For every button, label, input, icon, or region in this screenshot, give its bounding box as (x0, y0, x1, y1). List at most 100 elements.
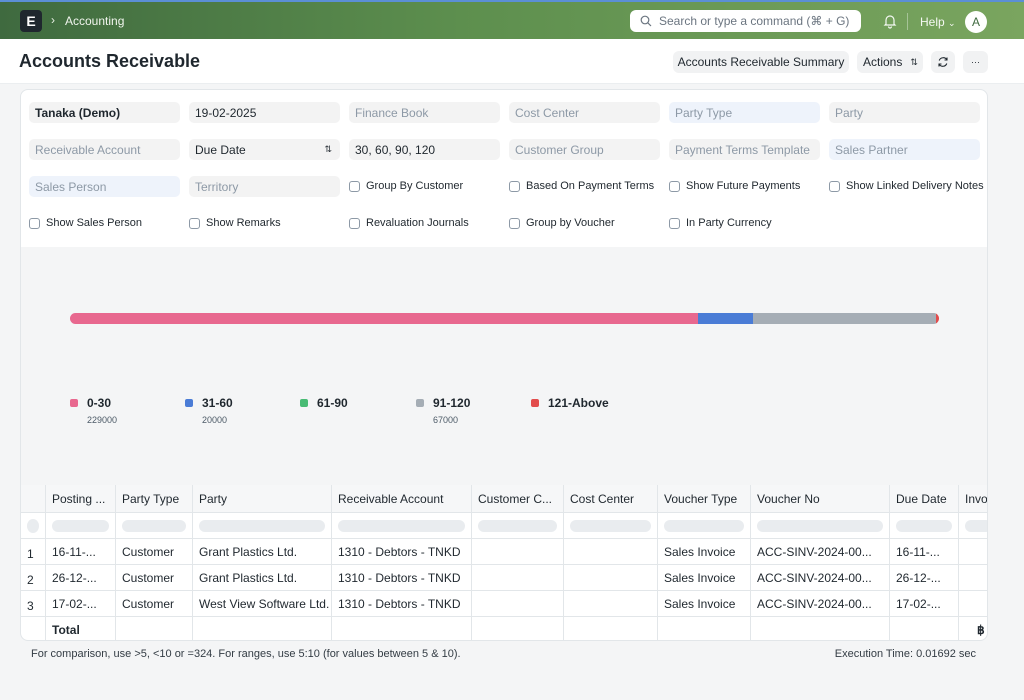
checkbox-box[interactable] (829, 180, 840, 192)
table-cell[interactable]: 17-02-... (46, 591, 116, 617)
bar-segment-31-60[interactable] (697, 313, 753, 324)
breadcrumb-accounting[interactable]: Accounting (65, 14, 124, 28)
column-header[interactable]: Posting ... (46, 485, 116, 513)
summary-button[interactable]: Accounts Receivable Summary (673, 51, 849, 73)
column-filter-cell[interactable] (959, 513, 987, 539)
table-cell[interactable]: ฿ (959, 539, 987, 565)
column-filter-cell[interactable] (472, 513, 564, 539)
table-cell[interactable] (472, 591, 564, 617)
bell-icon[interactable] (882, 13, 898, 29)
table-cell[interactable]: 16-11-... (890, 539, 959, 565)
checkbox-box[interactable] (349, 180, 360, 192)
column-filter-cell[interactable] (116, 513, 193, 539)
table-cell[interactable]: 1310 - Debtors - TNKD (332, 591, 472, 617)
column-header[interactable]: Voucher Type (658, 485, 751, 513)
sales-person-filter[interactable]: Sales Person (29, 176, 180, 197)
table-cell[interactable]: Sales Invoice (658, 539, 751, 565)
checkbox-box[interactable] (509, 180, 520, 192)
column-filter-cell[interactable] (890, 513, 959, 539)
checkbox-label: Show Linked Delivery Notes (846, 180, 984, 192)
customer-group-filter[interactable]: Customer Group (509, 139, 660, 160)
checkbox-box[interactable] (349, 217, 360, 229)
column-filter-cell[interactable] (658, 513, 751, 539)
app-logo[interactable]: E (20, 10, 42, 32)
column-header[interactable]: Invo (959, 485, 987, 513)
column-filter-cell[interactable] (46, 513, 116, 539)
table-cell[interactable]: Customer (116, 565, 193, 591)
table-cell[interactable]: 1310 - Debtors - TNKD (332, 539, 472, 565)
table-cell[interactable]: 17-02-... (890, 591, 959, 617)
actions-button[interactable]: Actions ⇅ (857, 51, 923, 73)
bar-segment-121-above[interactable] (936, 313, 939, 324)
finance-book-filter[interactable]: Finance Book (349, 102, 500, 123)
show-future-payments-checkbox[interactable]: Show Future Payments (669, 180, 800, 192)
row-index-header (21, 485, 46, 513)
revaluation-journals-checkbox[interactable]: Revaluation Journals (349, 217, 469, 229)
column-filter-cell[interactable] (564, 513, 658, 539)
table-cell[interactable]: ACC-SINV-2024-00... (751, 539, 890, 565)
group-by-voucher-checkbox[interactable]: Group by Voucher (509, 217, 615, 229)
table-cell[interactable]: ACC-SINV-2024-00... (751, 591, 890, 617)
table-cell[interactable]: Customer (116, 539, 193, 565)
party-type-filter[interactable]: Party Type (669, 102, 820, 123)
refresh-button[interactable] (931, 51, 955, 73)
avatar[interactable]: A (965, 11, 987, 33)
table-cell[interactable]: ACC-SINV-2024-00... (751, 565, 890, 591)
more-options-button[interactable]: ··· (963, 51, 988, 73)
search-input[interactable] (659, 14, 849, 28)
payment-terms-template-filter[interactable]: Payment Terms Template (669, 139, 820, 160)
column-filter-cell[interactable] (751, 513, 890, 539)
table-cell[interactable]: Sales Invoice (658, 591, 751, 617)
column-header[interactable]: Customer C... (472, 485, 564, 513)
table-cell[interactable] (472, 539, 564, 565)
sales-partner-filter[interactable]: Sales Partner (829, 139, 980, 160)
table-cell[interactable]: Customer (116, 591, 193, 617)
date-filter[interactable]: 19-02-2025 (189, 102, 340, 123)
table-cell[interactable]: 16-11-... (46, 539, 116, 565)
range-filter[interactable]: 30, 60, 90, 120 (349, 139, 500, 160)
based-on-payment-terms-checkbox[interactable]: Based On Payment Terms (509, 180, 654, 192)
column-filter-cell[interactable] (193, 513, 332, 539)
checkbox-box[interactable] (189, 217, 200, 229)
table-cell[interactable] (564, 539, 658, 565)
table-cell[interactable]: Grant Plastics Ltd. (193, 565, 332, 591)
checkbox-box[interactable] (29, 217, 40, 229)
table-cell[interactable]: 26-12-... (890, 565, 959, 591)
checkbox-box[interactable] (669, 180, 680, 192)
table-cell[interactable]: Grant Plastics Ltd. (193, 539, 332, 565)
checkbox-box[interactable] (669, 217, 680, 229)
column-header[interactable]: Due Date (890, 485, 959, 513)
table-cell[interactable]: 26-12-... (46, 565, 116, 591)
column-header[interactable]: Receivable Account (332, 485, 472, 513)
table-cell[interactable] (564, 591, 658, 617)
table-cell[interactable] (472, 565, 564, 591)
table-cell[interactable]: 1310 - Debtors - TNKD (332, 565, 472, 591)
help-dropdown[interactable]: Help ⌄ (920, 15, 956, 29)
party-filter[interactable]: Party (829, 102, 980, 123)
table-cell[interactable]: ฿ (959, 565, 987, 591)
cost-center-filter[interactable]: Cost Center (509, 102, 660, 123)
column-header[interactable]: Cost Center (564, 485, 658, 513)
territory-filter[interactable]: Territory (189, 176, 340, 197)
table-cell[interactable] (564, 565, 658, 591)
bar-segment-0-30[interactable] (70, 313, 698, 324)
in-party-currency-checkbox[interactable]: In Party Currency (669, 217, 772, 229)
column-filter-cell[interactable] (332, 513, 472, 539)
show-sales-person-checkbox[interactable]: Show Sales Person (29, 217, 142, 229)
column-header[interactable]: Party (193, 485, 332, 513)
checkbox-box[interactable] (509, 217, 520, 229)
receivable-account-filter[interactable]: Receivable Account (29, 139, 180, 160)
company-filter[interactable]: Tanaka (Demo) (29, 102, 180, 123)
table-cell[interactable]: West View Software Ltd. (193, 591, 332, 617)
table-cell[interactable]: ฿ (959, 591, 987, 617)
bar-segment-91-120[interactable] (752, 313, 937, 324)
column-header[interactable]: Party Type (116, 485, 193, 513)
ageing-based-on-select[interactable]: Due Date ⇅ (189, 139, 340, 160)
show-remarks-checkbox[interactable]: Show Remarks (189, 217, 281, 229)
show-linked-delivery-notes-checkbox[interactable]: Show Linked Delivery Notes (829, 180, 984, 192)
group-by-customer-checkbox[interactable]: Group By Customer (349, 180, 463, 192)
table-cell[interactable]: Sales Invoice (658, 565, 751, 591)
column-filter-cell[interactable] (21, 513, 46, 539)
column-header[interactable]: Voucher No (751, 485, 890, 513)
search-bar[interactable] (630, 10, 861, 32)
